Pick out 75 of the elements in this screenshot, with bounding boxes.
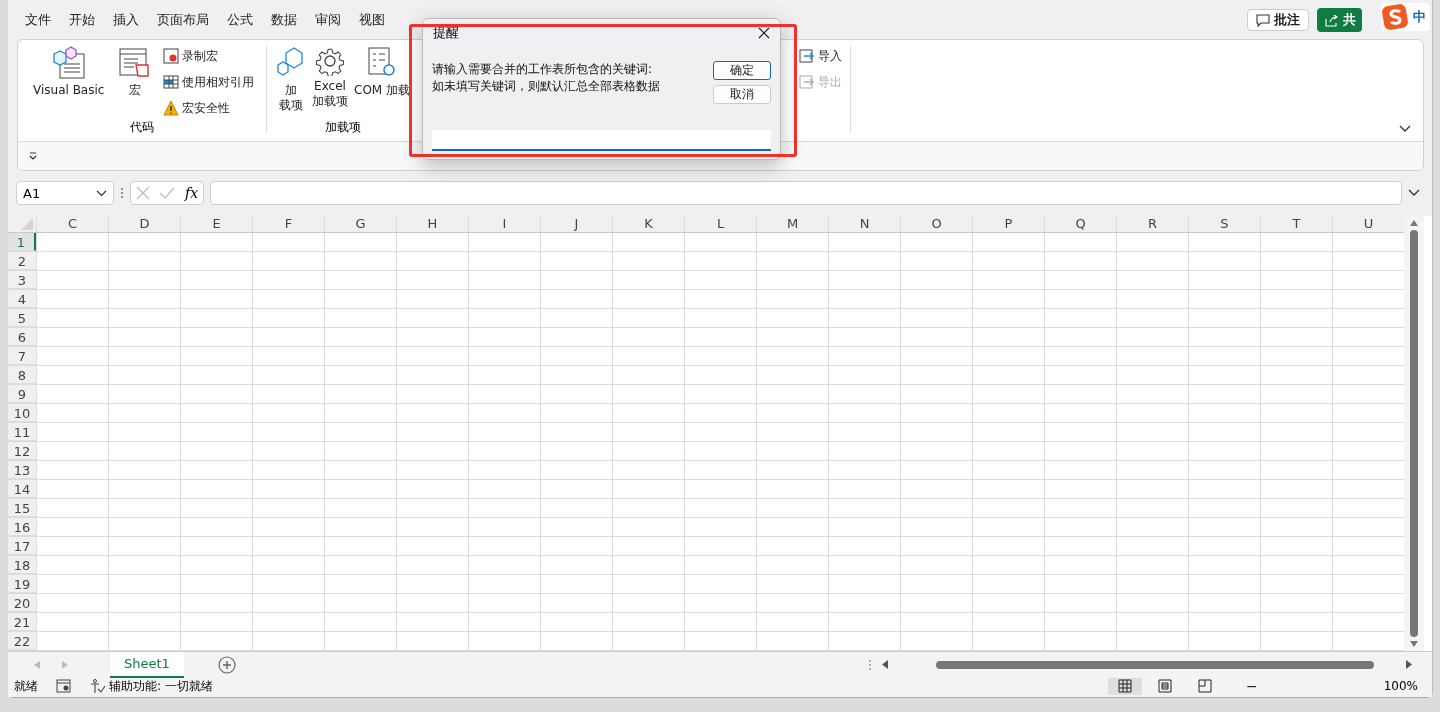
row-header[interactable]: 19 [8, 575, 36, 593]
row-header[interactable]: 9 [8, 385, 36, 403]
row-header[interactable]: 2 [8, 252, 36, 270]
column-header[interactable]: Q [1044, 216, 1116, 232]
row-header[interactable]: 15 [8, 499, 36, 517]
row-header[interactable]: 5 [8, 309, 36, 327]
dialog-message: 如未填写关键词，则默认汇总全部表格数据 [432, 78, 660, 95]
row-header[interactable]: 8 [8, 366, 36, 384]
row-header[interactable]: 22 [8, 632, 36, 650]
column-header[interactable]: S [1188, 216, 1260, 232]
row-header[interactable]: 12 [8, 442, 36, 460]
column-header[interactable]: I [468, 216, 540, 232]
menu-tab[interactable]: 页面布局 [148, 7, 218, 34]
xml-command-button[interactable]: 导入 [799, 45, 842, 67]
dialog-title: 提醒 [433, 24, 459, 42]
column-header[interactable]: N [828, 216, 900, 232]
share-button[interactable]: 共 [1317, 8, 1362, 33]
menu-tab[interactable]: 公式 [218, 7, 262, 34]
menu-tab[interactable]: 开始 [60, 7, 104, 34]
dialog-button[interactable]: 取消 [713, 85, 771, 104]
visual-basic-button[interactable]: Visual Basic [30, 43, 108, 119]
menu-tab[interactable]: 审阅 [306, 7, 350, 34]
group-label: 加载项 [324, 118, 362, 136]
row-header[interactable]: 18 [8, 556, 36, 574]
sheet-tab[interactable]: Sheet1 [110, 652, 184, 678]
macros-button[interactable]: 宏 [115, 43, 156, 119]
row-header[interactable]: 20 [8, 594, 36, 612]
row-header[interactable]: 21 [8, 613, 36, 631]
add-ins-button[interactable]: 加 载项 [273, 43, 309, 119]
row-header[interactable]: 3 [8, 271, 36, 289]
row-header[interactable]: 11 [8, 423, 36, 441]
record-macro-button[interactable]: 录制宏 [163, 45, 255, 67]
column-header[interactable]: R [1116, 216, 1188, 232]
column-header[interactable]: D [108, 216, 180, 232]
column-header[interactable]: M [756, 216, 828, 232]
row-header[interactable]: 16 [8, 518, 36, 536]
row-header[interactable]: 6 [8, 328, 36, 346]
row-header[interactable]: 10 [8, 404, 36, 422]
comments-button[interactable]: 批注 [1247, 9, 1309, 32]
column-header[interactable]: P [972, 216, 1044, 232]
cell-reference: A1 [23, 185, 41, 201]
column-header[interactable]: E [180, 216, 252, 232]
name-box[interactable]: A1 [16, 181, 114, 206]
column-header[interactable]: F [252, 216, 324, 232]
column-header[interactable]: C [36, 216, 108, 232]
dialog-message: 请输入需要合并的工作表所包含的关键词: [432, 61, 654, 78]
column-header[interactable]: T [1260, 216, 1332, 232]
menu-tab[interactable]: 视图 [350, 7, 394, 34]
column-header[interactable]: K [612, 216, 684, 232]
excel-add-ins-button[interactable]: Excel 加载项 [309, 43, 351, 119]
column-header[interactable]: L [684, 216, 756, 232]
accessibility-status[interactable]: 辅助功能: 一切就绪 [90, 678, 213, 695]
menu-tab[interactable]: 插入 [104, 7, 148, 34]
status-text: 就绪 [14, 678, 38, 695]
group-label: 代码 [129, 118, 155, 136]
zoom-out-button[interactable]: − [1245, 678, 1258, 695]
zoom-level[interactable]: 100% [1383, 679, 1418, 694]
column-header[interactable]: J [540, 216, 612, 232]
relative-references-button[interactable]: 使用相对引用 [163, 71, 255, 93]
insert-function-button[interactable]: fx [185, 185, 199, 202]
input-method-indicator[interactable]: 中 [1381, 3, 1430, 31]
macro-security-button[interactable]: 宏安全性 [163, 97, 255, 119]
ime-mode-label: 中 [1413, 8, 1426, 26]
column-header[interactable]: G [324, 216, 396, 232]
row-header[interactable]: 14 [8, 480, 36, 498]
column-header[interactable]: H [396, 216, 468, 232]
dialog-button[interactable]: 确定 [713, 61, 771, 80]
column-header[interactable]: O [900, 216, 972, 232]
menu-tab[interactable]: 文件 [16, 7, 60, 34]
row-header[interactable]: 17 [8, 537, 36, 555]
row-header[interactable]: 4 [8, 290, 36, 308]
com-add-ins-button[interactable]: COM 加载 [351, 43, 413, 119]
menu-tab[interactable]: 数据 [262, 7, 306, 34]
row-header[interactable]: 7 [8, 347, 36, 365]
row-header[interactable]: 13 [8, 461, 36, 479]
